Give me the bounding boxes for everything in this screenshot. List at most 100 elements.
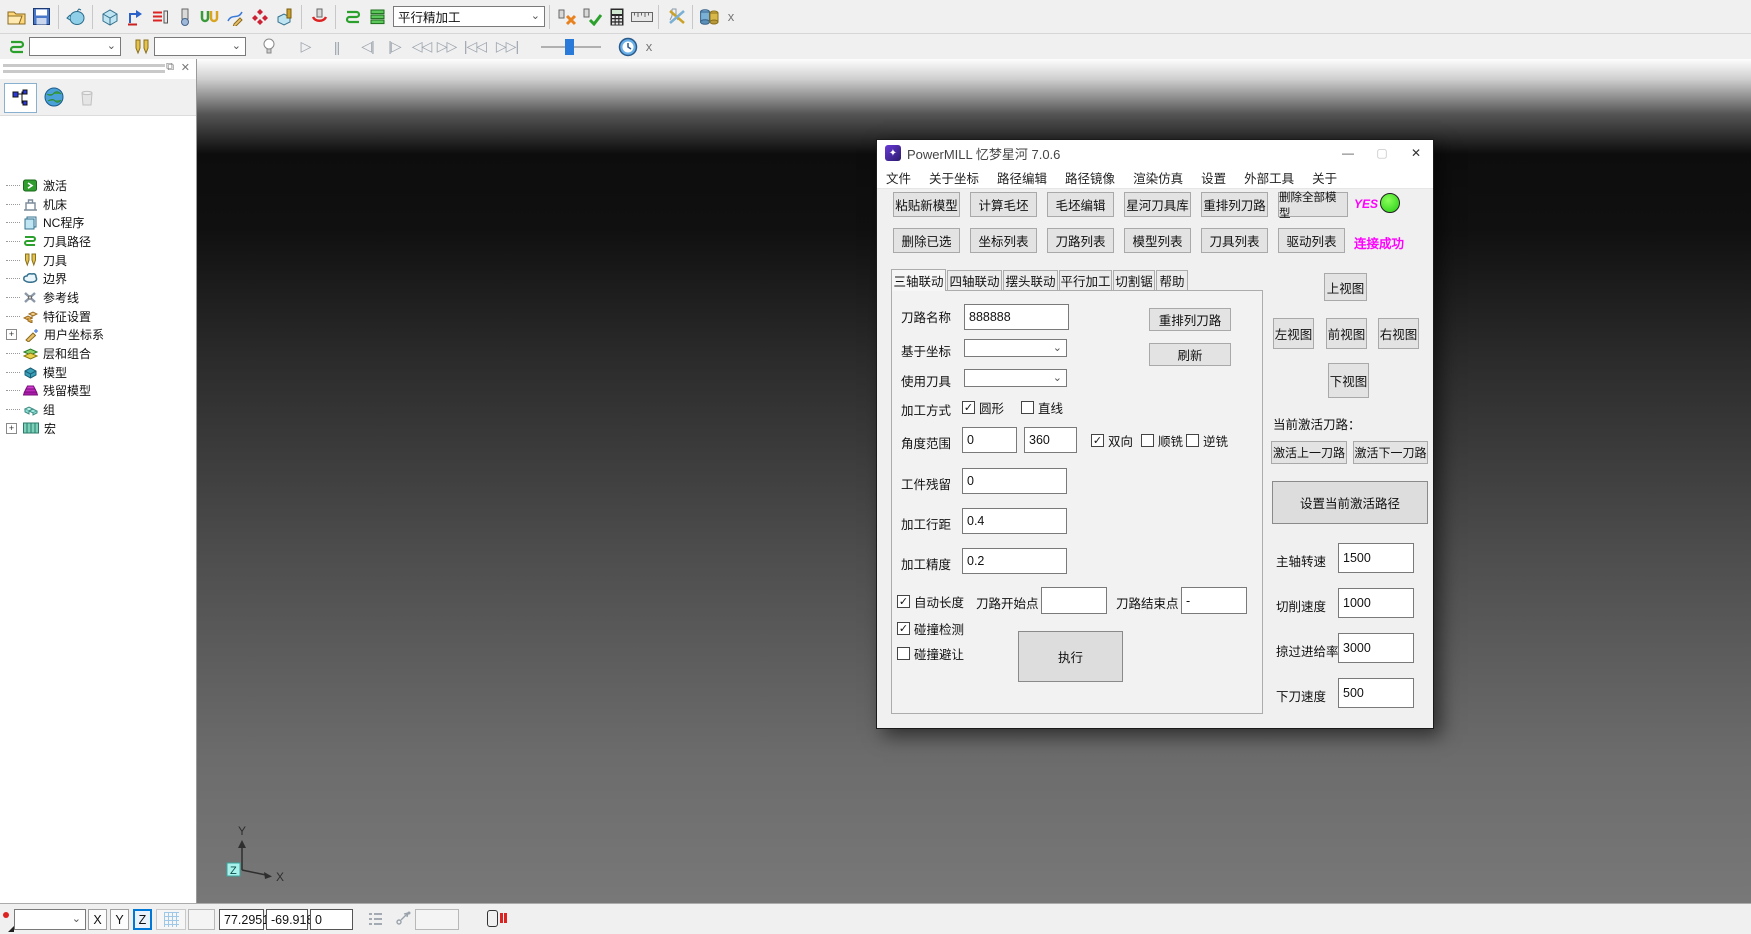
drive-list-button[interactable]: 驱动列表 bbox=[1278, 228, 1345, 253]
calc-block-button[interactable]: 计算毛坯 bbox=[970, 192, 1037, 217]
explorer-trash-tab[interactable] bbox=[71, 83, 102, 111]
step-back-icon[interactable]: ◁| bbox=[355, 34, 380, 60]
spindle-speed-input[interactable] bbox=[1338, 543, 1414, 573]
cutting-feed-input[interactable] bbox=[1338, 588, 1414, 618]
simbar-close-icon[interactable]: x bbox=[640, 38, 658, 56]
sim-toolpath-combo[interactable]: ⌄ bbox=[29, 37, 121, 56]
close-icon[interactable]: ✕ bbox=[1399, 141, 1433, 165]
toolpath-icon[interactable] bbox=[340, 4, 365, 30]
conventional-mill-checkbox[interactable]: 逆铣 bbox=[1186, 431, 1228, 450]
angle-from-input[interactable] bbox=[962, 427, 1017, 453]
circle-checkbox[interactable]: ✓ 圆形 bbox=[962, 398, 1004, 417]
probe-axis-icon[interactable] bbox=[392, 910, 412, 932]
levels-icon[interactable] bbox=[365, 4, 390, 30]
grid-toggle-button[interactable] bbox=[156, 909, 186, 930]
sim-speed-slider[interactable] bbox=[541, 39, 601, 55]
menu-coords[interactable]: 关于坐标 bbox=[920, 168, 988, 187]
tool-list-button[interactable]: 刀具列表 bbox=[1201, 228, 1268, 253]
tree-item-workplanes[interactable]: +用户坐标系 bbox=[0, 326, 196, 345]
tree-item-activate[interactable]: 激活 bbox=[0, 176, 196, 195]
minimize-icon[interactable]: — bbox=[1331, 141, 1365, 165]
menu-about[interactable]: 关于 bbox=[1303, 168, 1346, 187]
tool-verify-icon[interactable] bbox=[579, 4, 604, 30]
light-bulb-icon[interactable] bbox=[256, 34, 281, 60]
tool-block-icon[interactable] bbox=[272, 4, 297, 30]
axis-y-button[interactable]: Y bbox=[110, 909, 129, 930]
stock-allowance-input[interactable] bbox=[962, 468, 1067, 494]
curve-editor-icon[interactable] bbox=[222, 4, 247, 30]
pause-icon[interactable]: || bbox=[324, 34, 349, 60]
rewind-icon[interactable]: ◁◁ bbox=[409, 34, 434, 60]
tree-item-stock-models[interactable]: 残留模型 bbox=[0, 382, 196, 401]
tree-item-macros[interactable]: +宏 bbox=[0, 419, 196, 438]
checkbox-checked[interactable]: ✓ bbox=[1091, 434, 1104, 447]
paste-new-model-button[interactable]: 粘贴新模型 bbox=[893, 192, 960, 217]
collision-check-icon[interactable] bbox=[197, 4, 222, 30]
tool-change-icon[interactable] bbox=[663, 4, 688, 30]
refresh-button[interactable]: 刷新 bbox=[1149, 343, 1231, 366]
model-list-button[interactable]: 模型列表 bbox=[1124, 228, 1191, 253]
checkbox-checked[interactable]: ✓ bbox=[962, 401, 975, 414]
block-icon[interactable] bbox=[97, 4, 122, 30]
measure-icon[interactable] bbox=[629, 4, 654, 30]
toolpath-list-button[interactable]: 刀路列表 bbox=[1047, 228, 1114, 253]
bidirectional-checkbox[interactable]: ✓ 双向 bbox=[1091, 431, 1133, 450]
leads-links-icon[interactable] bbox=[147, 4, 172, 30]
tree-item-toolpaths[interactable]: 刀具路径 bbox=[0, 232, 196, 251]
tab-saw[interactable]: 切割锯 bbox=[1113, 270, 1155, 290]
activate-next-toolpath-button[interactable]: 激活下一刀路 bbox=[1353, 441, 1428, 464]
coord-list-button[interactable]: 坐标列表 bbox=[970, 228, 1037, 253]
based-coord-combo[interactable]: ⌄ bbox=[964, 339, 1067, 357]
tree-item-tools[interactable]: 刀具 bbox=[0, 251, 196, 270]
end-point-input[interactable] bbox=[1181, 587, 1247, 614]
bottom-view-button[interactable]: 下视图 bbox=[1328, 363, 1369, 398]
pattern-icon[interactable] bbox=[247, 4, 272, 30]
expand-icon[interactable]: + bbox=[6, 423, 17, 434]
go-to-end-icon[interactable]: ▷▷| bbox=[491, 34, 523, 60]
go-to-start-icon[interactable]: |◁◁ bbox=[459, 34, 491, 60]
workplane-combo[interactable]: ⌄ bbox=[14, 909, 86, 930]
explorer-tree-tab[interactable] bbox=[4, 83, 37, 113]
strategy-combo[interactable]: 平行精加工 ⌄ bbox=[393, 6, 545, 27]
calculator-icon[interactable] bbox=[604, 4, 629, 30]
axis-z-button[interactable]: Z bbox=[133, 909, 152, 930]
right-view-button[interactable]: 右视图 bbox=[1378, 318, 1419, 349]
stepover-input[interactable] bbox=[962, 508, 1067, 534]
tab-3axis[interactable]: 三轴联动 bbox=[891, 269, 946, 291]
panel-grip[interactable] bbox=[3, 69, 165, 73]
tool-library-button[interactable]: 星河刀具库 bbox=[1124, 192, 1191, 217]
menu-path-edit[interactable]: 路径编辑 bbox=[988, 168, 1056, 187]
line-checkbox[interactable]: 直线 bbox=[1021, 398, 1063, 417]
tool-delete-icon[interactable] bbox=[554, 4, 579, 30]
expand-icon[interactable]: + bbox=[6, 329, 17, 340]
tree-item-levels-sets[interactable]: 层和组合 bbox=[0, 344, 196, 363]
clock-icon[interactable] bbox=[615, 34, 640, 60]
rearrange-button[interactable]: 重排列刀路 bbox=[1149, 308, 1231, 331]
toolpath-connections-icon[interactable] bbox=[122, 4, 147, 30]
tree-item-nc-programs[interactable]: NC程序 bbox=[0, 213, 196, 232]
play-icon[interactable]: ▷ bbox=[293, 34, 318, 60]
delete-selected-button[interactable]: 删除已选 bbox=[893, 228, 960, 253]
step-forward-icon[interactable]: |▷ bbox=[382, 34, 407, 60]
checkbox-checked[interactable]: ✓ bbox=[897, 595, 910, 608]
rearrange-toolpaths-button[interactable]: 重排列刀路 bbox=[1201, 192, 1268, 217]
tree-item-groups[interactable]: 组 bbox=[0, 400, 196, 419]
save-project-icon[interactable] bbox=[29, 4, 54, 30]
open-project-icon[interactable] bbox=[4, 4, 29, 30]
execute-button[interactable]: 执行 bbox=[1018, 631, 1123, 682]
teapot-demo-icon[interactable] bbox=[63, 4, 88, 30]
device-pause-icon[interactable] bbox=[487, 910, 498, 927]
top-view-button[interactable]: 上视图 bbox=[1324, 273, 1367, 301]
tab-swivel[interactable]: 摆头联动 bbox=[1003, 270, 1058, 290]
left-view-button[interactable]: 左视图 bbox=[1273, 318, 1314, 349]
angle-to-input[interactable] bbox=[1024, 427, 1077, 453]
toolbar-close-icon[interactable]: x bbox=[722, 8, 740, 26]
tree-item-patterns[interactable]: 参考线 bbox=[0, 288, 196, 307]
tab-parallel[interactable]: 平行加工 bbox=[1059, 270, 1112, 290]
block-edit-button[interactable]: 毛坯编辑 bbox=[1047, 192, 1114, 217]
front-view-button[interactable]: 前视图 bbox=[1326, 318, 1367, 349]
climb-mill-checkbox[interactable]: 顺铣 bbox=[1141, 431, 1183, 450]
menu-external-tools[interactable]: 外部工具 bbox=[1235, 168, 1303, 187]
menu-file[interactable]: 文件 bbox=[877, 168, 920, 187]
stock-models-icon[interactable] bbox=[697, 4, 722, 30]
